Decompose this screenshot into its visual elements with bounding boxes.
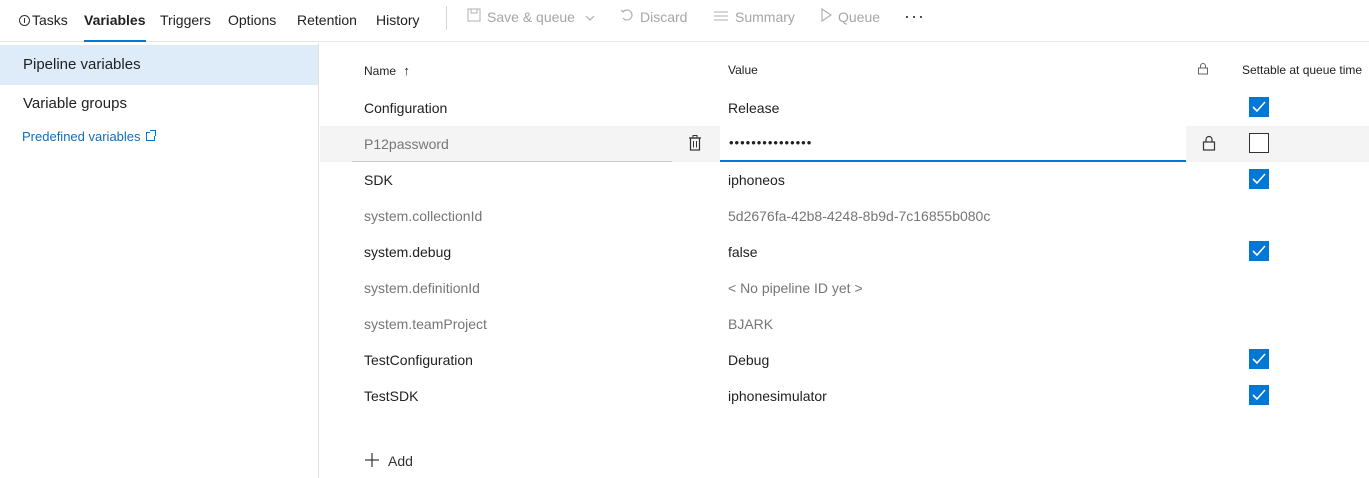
settable-checkbox[interactable] <box>1249 385 1269 405</box>
add-label: Add <box>388 453 413 469</box>
settable-checkbox[interactable] <box>1249 241 1269 261</box>
settable-checkbox[interactable] <box>1249 349 1269 369</box>
list-icon <box>713 0 729 34</box>
tab-variables-label: Variables <box>84 12 146 28</box>
table-row[interactable]: TestSDK iphonesimulator <box>320 378 1369 414</box>
predefined-variables-link[interactable]: Predefined variables <box>22 129 156 144</box>
variable-value: false <box>728 244 758 260</box>
chevron-down-icon <box>585 9 595 25</box>
variable-name: Configuration <box>364 100 448 116</box>
toolbar-divider <box>446 6 447 30</box>
table-row-selected[interactable]: P12password ••••••••••••••• <box>320 126 1369 162</box>
table-row[interactable]: Configuration Release <box>320 90 1369 126</box>
table-row[interactable]: SDK iphoneos <box>320 162 1369 198</box>
external-link-icon <box>145 130 156 141</box>
tab-options-label: Options <box>228 12 277 28</box>
discard-button[interactable]: Discard <box>620 0 687 36</box>
queue-button[interactable]: Queue <box>820 0 880 36</box>
variable-value: Release <box>728 100 780 116</box>
lock-column-icon <box>1197 62 1209 78</box>
settable-column-header: Settable at queue time <box>1242 63 1363 77</box>
variable-name: SDK <box>364 172 393 188</box>
variable-value-input[interactable]: ••••••••••••••• <box>720 126 1186 162</box>
variable-value: iphoneos <box>728 172 785 188</box>
info-icon <box>19 15 30 26</box>
discard-label: Discard <box>640 9 688 25</box>
more-options-button[interactable]: ··· <box>904 0 925 36</box>
sidebar-item-pipeline-variables[interactable]: Pipeline variables <box>0 45 318 85</box>
add-variable-button[interactable]: Add <box>364 450 413 470</box>
sidebar-item-label: Variable groups <box>23 95 127 112</box>
save-queue-button[interactable]: Save & queue <box>467 0 595 36</box>
settable-checkbox[interactable] <box>1249 133 1269 153</box>
variable-value: < No pipeline ID yet > <box>728 280 863 296</box>
sort-ascending-icon: ↑ <box>403 63 410 78</box>
settable-checkbox[interactable] <box>1249 169 1269 189</box>
variable-value: Debug <box>728 352 770 368</box>
table-row[interactable]: TestConfiguration Debug <box>320 342 1369 378</box>
sidebar-item-variable-groups[interactable]: Variable groups <box>0 84 318 124</box>
save-queue-label: Save & queue <box>487 9 575 25</box>
variable-name: TestConfiguration <box>364 352 473 368</box>
table-row: system.collectionId 5d2676fa-42b8-4248-8… <box>320 198 1369 234</box>
undo-icon <box>620 0 634 34</box>
table-row[interactable]: system.debug false <box>320 234 1369 270</box>
tab-tasks-label: Tasks <box>32 12 68 28</box>
name-header-label: Name <box>364 64 397 78</box>
summary-label: Summary <box>735 9 795 25</box>
tab-triggers-label: Triggers <box>160 12 211 28</box>
active-tab-indicator <box>84 40 146 42</box>
tab-variables[interactable]: Variables <box>84 0 146 42</box>
variable-name: system.debug <box>364 244 452 260</box>
variable-value: iphonesimulator <box>728 388 827 404</box>
plus-icon <box>364 452 380 468</box>
tab-options[interactable]: Options <box>228 0 276 42</box>
top-nav: Tasks Variables Triggers Options Retenti… <box>0 0 1369 42</box>
variable-name: system.collectionId <box>364 208 483 224</box>
summary-button[interactable]: Summary <box>713 0 795 36</box>
variable-name: system.teamProject <box>364 316 487 332</box>
table-row: system.teamProject BJARK <box>320 306 1369 342</box>
name-column-header[interactable]: Name ↑ <box>364 63 410 78</box>
value-column-header: Value <box>728 63 758 77</box>
tab-retention[interactable]: Retention <box>297 0 357 42</box>
tab-tasks[interactable]: Tasks <box>19 0 68 42</box>
sidebar-item-label: Pipeline variables <box>23 56 141 73</box>
tab-history-label: History <box>376 12 420 28</box>
variable-name-input[interactable]: P12password <box>352 126 672 162</box>
tab-triggers[interactable]: Triggers <box>160 0 211 42</box>
save-icon <box>467 0 481 34</box>
secret-lock-button[interactable] <box>1186 126 1232 162</box>
variable-name: TestSDK <box>364 388 419 404</box>
settable-checkbox[interactable] <box>1249 97 1269 117</box>
variable-value: BJARK <box>728 316 774 332</box>
variable-name: system.definitionId <box>364 280 480 296</box>
variable-value: 5d2676fa-42b8-4248-8b9d-7c16855b080c <box>728 208 991 224</box>
table-row: system.definitionId < No pipeline ID yet… <box>320 270 1369 306</box>
variables-grid: Name ↑ Value Settable at queue time Conf… <box>320 43 1369 478</box>
play-icon <box>820 0 833 34</box>
queue-label: Queue <box>838 9 881 25</box>
tab-history[interactable]: History <box>376 0 420 42</box>
tab-retention-label: Retention <box>297 12 357 28</box>
grid-header: Name ↑ Value Settable at queue time <box>320 43 1369 97</box>
variables-sidebar: Pipeline variables Variable groups Prede… <box>0 43 319 478</box>
delete-icon[interactable] <box>686 134 704 152</box>
predefined-variables-label: Predefined variables <box>22 129 141 144</box>
